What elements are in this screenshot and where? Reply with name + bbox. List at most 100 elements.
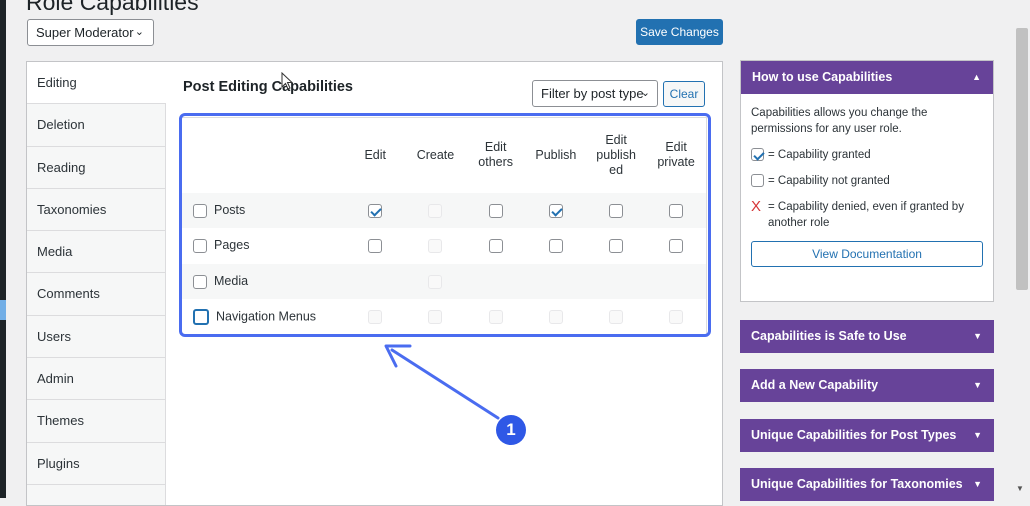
accordion-taxonomies[interactable]: Unique Capabilities for Taxonomies ▼	[740, 468, 994, 501]
row-select-checkbox[interactable]	[193, 239, 207, 254]
triangle-down-icon: ▼	[973, 331, 982, 341]
capability-checkbox	[548, 309, 563, 324]
column-header-line: ed	[609, 162, 624, 177]
row-label: Posts	[214, 202, 246, 217]
capability-checkbox[interactable]	[368, 203, 383, 218]
table-header-row: Edit Create Edit others Publish Edit publish ed…	[181, 118, 707, 193]
column-header-line: Edit	[665, 140, 687, 155]
capability-cell	[586, 192, 647, 228]
page-title: Role Capabilities	[26, 0, 199, 15]
row-label: Pages	[214, 238, 250, 253]
capability-checkbox[interactable]	[488, 239, 503, 254]
column-header: Edit publish ed	[586, 118, 646, 193]
accordion-title: Unique Capabilities for Post Types	[751, 428, 957, 442]
capability-cell	[345, 263, 406, 299]
table-row: Navigation Menus	[181, 299, 707, 335]
chevron-down-icon: ⌄	[134, 26, 144, 38]
capability-cell	[525, 192, 586, 228]
legend-not-granted: = Capability not granted	[751, 173, 983, 189]
capability-checkbox[interactable]	[368, 239, 383, 254]
legend-denied-text: = Capability denied, even if granted by …	[768, 201, 964, 229]
page-scrollbar[interactable]	[1016, 28, 1028, 290]
tab-taxonomies[interactable]: Taxonomies	[27, 188, 165, 232]
capability-cell	[466, 228, 526, 264]
accordion-safe-to-use[interactable]: Capabilities is Safe to Use ▼	[740, 320, 994, 353]
row-name-cell: Pages	[181, 228, 346, 264]
capability-cell	[345, 228, 405, 264]
help-panel-title: How to use Capabilities	[752, 70, 893, 84]
capability-cell	[405, 228, 465, 264]
view-documentation-button[interactable]: View Documentation	[751, 241, 983, 267]
legend-granted: = Capability granted	[751, 147, 983, 163]
tab-admin[interactable]: Admin	[27, 358, 165, 401]
capability-cell	[466, 299, 526, 335]
capability-cell	[405, 263, 466, 299]
denied-x-icon: X	[751, 198, 762, 215]
accordion-post-types[interactable]: Unique Capabilities for Post Types ▼	[740, 419, 994, 452]
column-header: Create	[405, 118, 465, 193]
triangle-up-icon: ▲	[972, 72, 981, 82]
tab-media[interactable]: Media	[27, 231, 165, 274]
capability-cell	[646, 263, 707, 299]
capability-checkbox	[609, 309, 624, 324]
accordion-add-capability[interactable]: Add a New Capability ▼	[740, 369, 994, 402]
capabilities-box: Editing Deletion Reading Taxonomies Medi…	[26, 61, 723, 506]
triangle-down-icon: ▼	[973, 479, 982, 489]
column-header-line: Edit	[364, 147, 386, 162]
row-label: Media	[214, 273, 249, 288]
clear-filter-button[interactable]: Clear	[663, 81, 705, 107]
triangle-down-icon: ▼	[973, 380, 982, 390]
capability-cell	[586, 263, 647, 299]
chevron-down-icon: ⌄	[640, 87, 650, 99]
capability-checkbox[interactable]	[609, 203, 624, 218]
save-changes-button[interactable]: Save Changes	[636, 19, 723, 45]
column-header-line: others	[478, 155, 514, 170]
tab-reading[interactable]: Reading	[27, 146, 165, 189]
capability-cell	[465, 192, 526, 228]
column-header-line: private	[657, 155, 695, 170]
tab-comments[interactable]: Comments	[27, 273, 165, 316]
help-intro: Capabilities allows you change the permi…	[751, 107, 928, 135]
mouse-cursor-icon	[281, 72, 293, 90]
accordion-title: Add a New Capability	[751, 378, 879, 392]
row-name-cell: Posts	[180, 192, 346, 228]
column-header-line: Edit	[484, 140, 507, 155]
table-row: Media	[180, 263, 707, 299]
table-row: Pages	[181, 228, 707, 264]
capability-checkbox[interactable]	[548, 203, 563, 218]
tab-plugins[interactable]: Plugins	[27, 442, 165, 485]
scroll-down-icon[interactable]: ▼	[1016, 484, 1024, 493]
row-select-checkbox[interactable]	[193, 274, 207, 289]
role-select[interactable]: Super Moderator ⌄	[27, 19, 154, 46]
capability-checkbox[interactable]	[669, 239, 684, 254]
capability-cell	[405, 299, 465, 335]
post-type-filter-select[interactable]: Filter by post type ⌄	[532, 80, 658, 107]
role-select-value: Super Moderator	[36, 25, 134, 40]
callout-badge: 1	[496, 415, 526, 445]
table-header-blank	[181, 118, 346, 193]
capability-checkbox	[368, 309, 383, 324]
capability-cell	[586, 228, 646, 264]
table-row: Posts	[180, 192, 707, 228]
capability-cell	[525, 263, 586, 299]
help-panel: How to use Capabilities ▲ Capabilities a…	[740, 60, 994, 302]
capability-checkbox	[428, 309, 443, 324]
tab-users[interactable]: Users	[27, 315, 165, 359]
tab-editing[interactable]: Editing	[27, 62, 166, 105]
help-panel-header[interactable]: How to use Capabilities ▲	[741, 61, 993, 94]
capability-checkbox	[428, 239, 443, 254]
capability-checkbox	[669, 309, 684, 324]
triangle-down-icon: ▼	[973, 430, 982, 440]
tab-deletion[interactable]: Deletion	[27, 104, 165, 147]
column-header: Edit private	[646, 118, 706, 193]
capability-checkbox[interactable]	[669, 203, 684, 218]
filter-select-value: Filter by post type	[541, 86, 644, 101]
capability-checkbox[interactable]	[548, 239, 563, 254]
row-select-checkbox[interactable]	[193, 308, 209, 325]
row-name-cell: Media	[180, 263, 346, 299]
tab-themes[interactable]: Themes	[27, 400, 165, 443]
capability-checkbox[interactable]	[609, 239, 624, 254]
capability-checkbox	[488, 309, 503, 324]
row-select-checkbox[interactable]	[193, 203, 207, 218]
capability-checkbox[interactable]	[488, 203, 503, 218]
